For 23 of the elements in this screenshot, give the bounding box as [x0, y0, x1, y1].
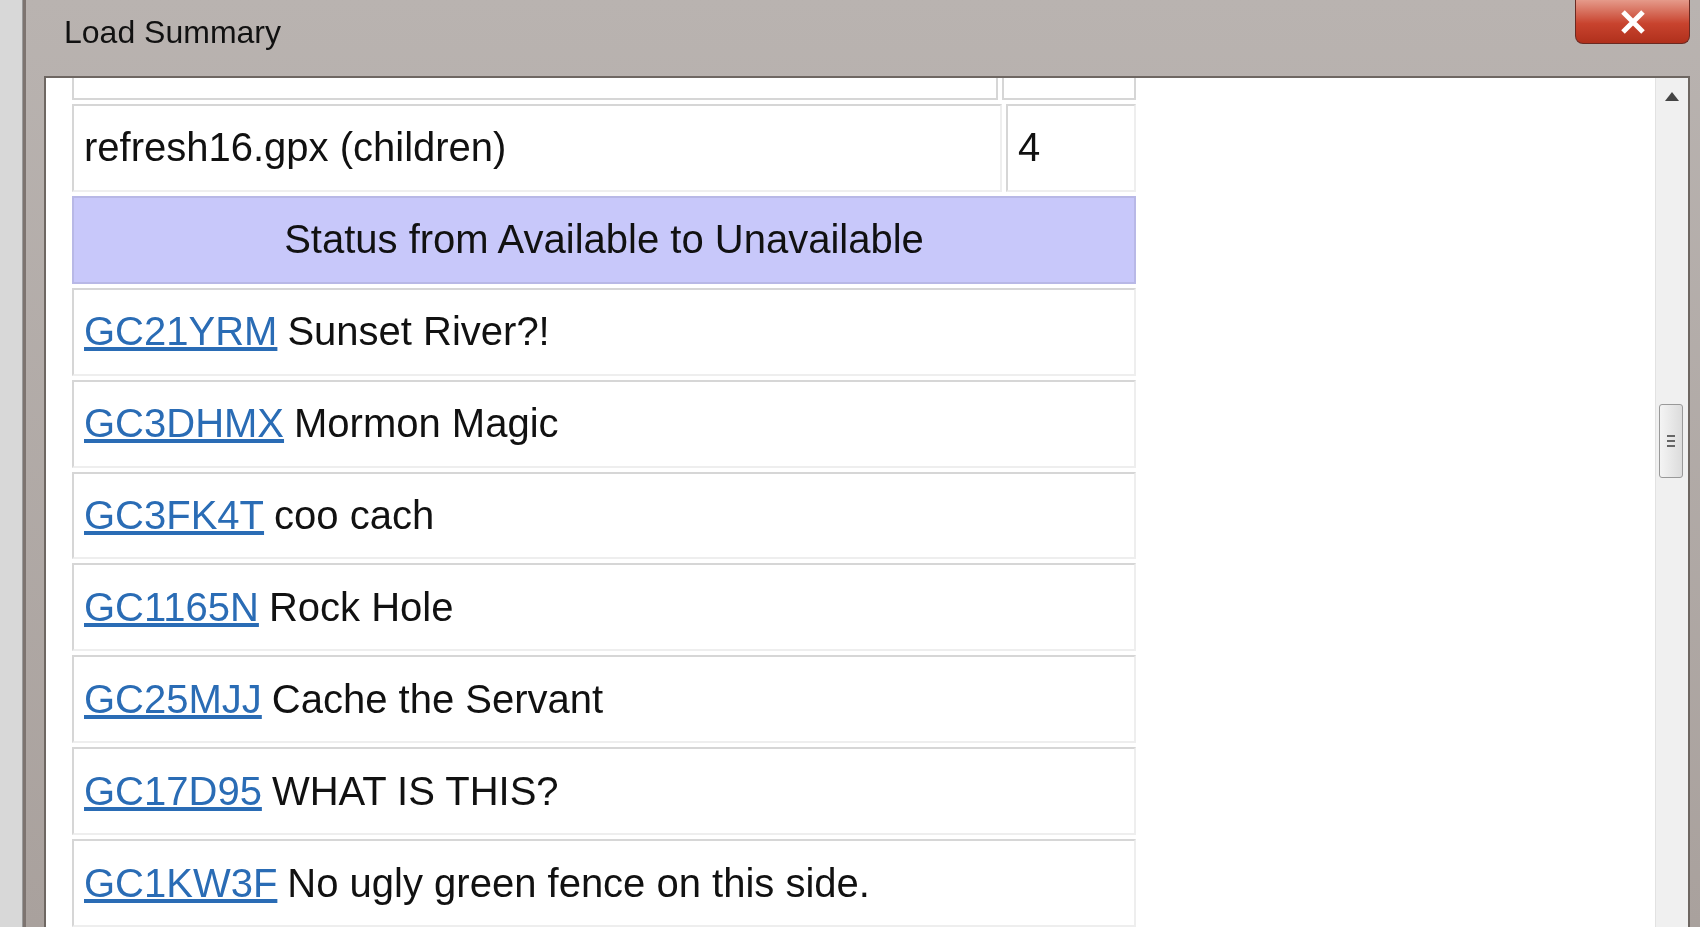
grip-icon: [1666, 434, 1676, 448]
cache-code-link[interactable]: GC3FK4T: [84, 492, 265, 538]
count-cell: 4: [1006, 103, 1136, 192]
close-button[interactable]: [1575, 0, 1690, 44]
cache-code-link[interactable]: GC1KW3F: [84, 860, 278, 906]
section-header: Status from Available to Unavailable: [72, 195, 1136, 284]
scrollbar[interactable]: [1655, 78, 1688, 927]
cache-name: Rock Hole: [268, 584, 454, 630]
file-name-cell: refresh16.gpx (children): [72, 103, 1002, 192]
cache-name: WHAT IS THIS?: [271, 768, 559, 814]
cache-code-link[interactable]: GC21YRM: [84, 309, 278, 355]
cache-code-link[interactable]: GC25MJJ: [84, 676, 262, 722]
cache-name: Mormon Magic: [294, 401, 559, 447]
scroll-thumb[interactable]: [1659, 404, 1683, 478]
window-title: Load Summary: [64, 14, 281, 51]
cache-code-link[interactable]: GC3DHMX: [84, 401, 285, 447]
cache-name: Cache the Servant: [271, 676, 604, 722]
cache-code-link[interactable]: GC17D95: [84, 768, 262, 814]
cache-name: coo cach: [274, 492, 435, 538]
cache-name: No ugly green fence on this side.: [287, 860, 870, 906]
cache-name: Sunset River?!: [287, 309, 550, 355]
scroll-up-icon[interactable]: [1665, 92, 1679, 101]
cache-code-link[interactable]: GC1165N: [84, 584, 259, 630]
